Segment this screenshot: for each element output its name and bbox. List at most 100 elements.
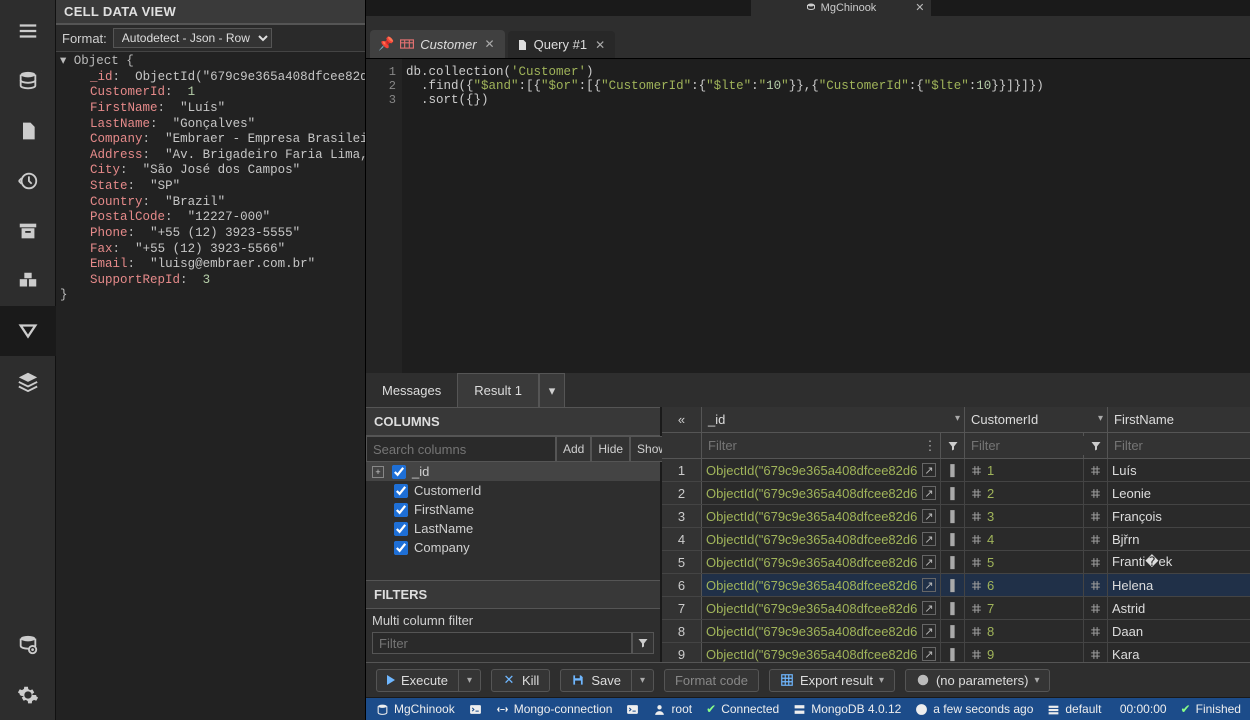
- table-row[interactable]: 9ObjectId("679c9e365a408dfcee82d6↗❚9Kara: [662, 643, 1250, 662]
- open-icon[interactable]: ↗: [922, 555, 936, 569]
- app-tab-label: MgChinook: [821, 2, 877, 14]
- hash-icon: [1089, 647, 1103, 661]
- info-icon[interactable]: ❚: [946, 578, 960, 592]
- info-icon[interactable]: ❚: [946, 486, 960, 500]
- close-icon[interactable]: ✕: [485, 37, 495, 51]
- execute-button[interactable]: Execute: [376, 669, 459, 692]
- format-code-button[interactable]: Format code: [664, 669, 759, 692]
- info-icon[interactable]: ❚: [946, 532, 960, 546]
- column-checkbox[interactable]: [394, 484, 408, 498]
- status-terminal-icon[interactable]: [469, 703, 482, 716]
- cell-data-panel: CELL DATA VIEW Format: Autodetect - Json…: [56, 0, 366, 720]
- tab-messages[interactable]: Messages: [366, 373, 457, 407]
- status-connection[interactable]: Mongo-connection: [496, 702, 613, 716]
- result-tabs: Messages Result 1 ▾: [366, 373, 1250, 407]
- filter-icon[interactable]: [941, 433, 965, 458]
- add-column-button[interactable]: Add: [556, 436, 591, 462]
- format-select[interactable]: Autodetect - Json - Row: [113, 28, 272, 48]
- column-item[interactable]: + _id: [366, 462, 660, 481]
- kill-button[interactable]: ✕Kill: [491, 669, 550, 692]
- db-eye-icon[interactable]: [0, 620, 56, 670]
- tab-query1[interactable]: Query #1 ✕: [508, 31, 616, 58]
- hash-icon: [969, 486, 983, 500]
- open-icon[interactable]: ↗: [922, 647, 936, 661]
- column-checkbox[interactable]: [394, 503, 408, 517]
- table-row[interactable]: 1ObjectId("679c9e365a408dfcee82d6↗❚1Luís: [662, 459, 1250, 482]
- status-db[interactable]: MgChinook: [376, 702, 455, 716]
- table-row[interactable]: 5ObjectId("679c9e365a408dfcee82d6↗❚5Fran…: [662, 551, 1250, 574]
- open-icon[interactable]: ↗: [922, 532, 936, 546]
- column-checkbox[interactable]: [394, 522, 408, 536]
- column-item[interactable]: LastName: [366, 519, 660, 538]
- open-icon[interactable]: ↗: [922, 509, 936, 523]
- menu-icon[interactable]: [0, 6, 56, 56]
- column-header-firstname[interactable]: FirstName: [1108, 407, 1250, 432]
- columns-search-input[interactable]: [366, 436, 556, 462]
- grid-corner[interactable]: «: [662, 407, 702, 432]
- params-button[interactable]: (no parameters)▾: [905, 669, 1051, 692]
- status-terminal-icon[interactable]: [626, 703, 639, 716]
- save-button[interactable]: Save: [560, 669, 632, 692]
- code-editor[interactable]: 123 db.collection('Customer') .find({"$a…: [366, 58, 1250, 373]
- format-label: Format:: [62, 31, 107, 46]
- table-row[interactable]: 3ObjectId("679c9e365a408dfcee82d6↗❚3Fran…: [662, 505, 1250, 528]
- column-item[interactable]: CustomerId: [366, 481, 660, 500]
- status-time: a few seconds ago: [915, 702, 1033, 716]
- open-icon[interactable]: ↗: [922, 624, 936, 638]
- tab-customer[interactable]: 📌 Customer ✕: [370, 30, 505, 58]
- file-icon[interactable]: [0, 106, 56, 156]
- filter-icon[interactable]: [632, 632, 654, 654]
- filter-icon[interactable]: [1084, 433, 1108, 458]
- table-row[interactable]: 7ObjectId("679c9e365a408dfcee82d6↗❚7Astr…: [662, 597, 1250, 620]
- info-icon[interactable]: ❚: [946, 509, 960, 523]
- history-icon[interactable]: [0, 156, 56, 206]
- database-icon[interactable]: [0, 56, 56, 106]
- table-row[interactable]: 6ObjectId("679c9e365a408dfcee82d6↗❚6Hele…: [662, 574, 1250, 597]
- info-icon[interactable]: ❚: [946, 601, 960, 615]
- filter-fn-input[interactable]: [1108, 436, 1250, 455]
- cell-panel-title: CELL DATA VIEW: [56, 0, 365, 24]
- open-icon[interactable]: ↗: [922, 486, 936, 500]
- column-checkbox[interactable]: [394, 541, 408, 555]
- archive-icon[interactable]: [0, 206, 56, 256]
- info-icon[interactable]: ❚: [946, 624, 960, 638]
- hash-icon: [1089, 578, 1103, 592]
- open-icon[interactable]: ↗: [922, 601, 936, 615]
- info-icon[interactable]: ❚: [946, 647, 960, 661]
- hash-icon: [1089, 486, 1103, 500]
- column-item[interactable]: Company: [366, 538, 660, 557]
- settings-icon[interactable]: [0, 670, 56, 720]
- tab-result1[interactable]: Result 1: [457, 373, 539, 407]
- table-row[interactable]: 4ObjectId("679c9e365a408dfcee82d6↗❚4Bjřr…: [662, 528, 1250, 551]
- plugins-icon[interactable]: [0, 256, 56, 306]
- app-tab[interactable]: MgChinook ✕: [751, 0, 931, 16]
- multi-filter-input[interactable]: [372, 632, 632, 654]
- json-viewer[interactable]: ▾ Object { _id: ObjectId("679c9e365a408d…: [56, 52, 365, 720]
- hash-icon: [1089, 532, 1103, 546]
- info-icon[interactable]: ❚: [946, 555, 960, 569]
- column-item[interactable]: FirstName: [366, 500, 660, 519]
- column-checkbox[interactable]: [392, 465, 406, 479]
- info-icon[interactable]: ❚: [946, 463, 960, 477]
- column-header-customerid[interactable]: CustomerId▾: [965, 407, 1108, 432]
- export-button[interactable]: Export result▾: [769, 669, 895, 692]
- close-icon[interactable]: ✕: [595, 38, 605, 52]
- table-row[interactable]: 8ObjectId("679c9e365a408dfcee82d6↗❚8Daan: [662, 620, 1250, 643]
- open-icon[interactable]: ↗: [922, 578, 936, 592]
- table-row[interactable]: 2ObjectId("679c9e365a408dfcee82d6↗❚2Leon…: [662, 482, 1250, 505]
- hash-icon: [969, 647, 983, 661]
- filter-id-input[interactable]: [702, 436, 922, 455]
- cell-view-icon[interactable]: [0, 306, 56, 356]
- open-icon[interactable]: ↗: [922, 463, 936, 477]
- execute-chevron[interactable]: ▾: [459, 669, 481, 692]
- hide-column-button[interactable]: Hide: [591, 436, 630, 462]
- close-icon[interactable]: ✕: [915, 1, 924, 14]
- layers-icon[interactable]: [0, 356, 56, 406]
- filter-menu-icon[interactable]: ⋮: [922, 438, 938, 454]
- status-user[interactable]: root: [653, 702, 692, 716]
- status-schema[interactable]: default: [1047, 702, 1101, 716]
- save-chevron[interactable]: ▾: [632, 669, 654, 692]
- column-header-id[interactable]: _id▾: [702, 407, 965, 432]
- result-grid: « _id▾ CustomerId▾ FirstName ⋮ ⋮ ⋮ 1Obje…: [662, 407, 1250, 662]
- result-tabs-menu[interactable]: ▾: [539, 373, 565, 407]
